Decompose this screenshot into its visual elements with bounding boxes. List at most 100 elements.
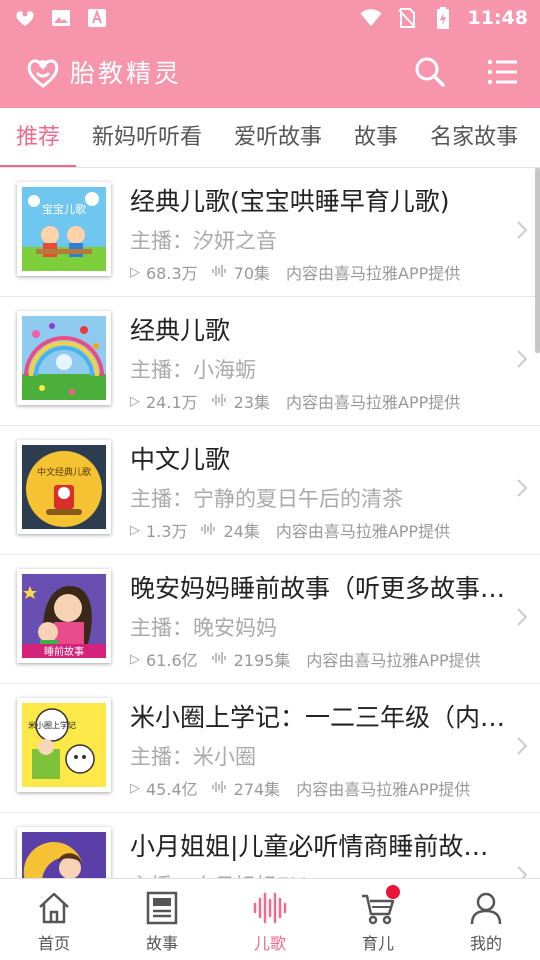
tab-recommended[interactable]: 推荐 [0, 108, 77, 167]
nav-stories[interactable]: 故事 [108, 879, 216, 960]
home-icon [36, 890, 72, 926]
episode-count-icon [201, 521, 216, 540]
chevron-right-icon [516, 220, 528, 240]
episode-count: 23集 [233, 393, 271, 412]
episode-count: 24集 [223, 522, 260, 541]
play-count-icon: ▷ [130, 522, 140, 538]
album-cover [17, 311, 111, 405]
episode-count: 2195集 [233, 651, 291, 670]
album-host: 主播：小月姐姐FM [130, 870, 510, 878]
album-cover: 米小圈上学记 [17, 698, 111, 792]
album-meta: ▷ 45.4亿 274集 内容由喜马拉雅APP提供 [130, 776, 530, 800]
nav-home[interactable]: 首页 [0, 879, 108, 960]
chevron-right-icon [516, 736, 528, 756]
album-meta: ▷ 24.1万 23集 内容由喜马拉雅APP提供 [130, 389, 530, 413]
play-count-icon: ▷ [130, 393, 140, 409]
newspaper-icon [144, 890, 180, 926]
app-logo-icon [14, 7, 36, 29]
list-item[interactable]: 米小圈上学记 米小圈上学记：一二三年级（内… 主播：米小圈 ▷ 45.4亿 27… [0, 684, 540, 813]
album-cover: 宝宝儿歌 [17, 182, 111, 276]
episode-count: 70集 [233, 264, 271, 283]
album-host: 主播：汐妍之音 [130, 229, 277, 253]
chevron-right-icon [516, 349, 528, 369]
nav-profile[interactable]: 我的 [432, 879, 540, 960]
nav-songs[interactable]: 儿歌 [216, 879, 324, 960]
album-host: 主播：米小圈 [130, 745, 256, 769]
episode-count: 274集 [233, 780, 281, 799]
play-count-icon: ▷ [130, 264, 140, 280]
album-cover: 中文经典儿歌 [17, 440, 111, 534]
list-item[interactable]: 经典儿歌 主播：小海蛎 ▷ 24.1万 23集 内容由喜马拉雅APP提供 [0, 297, 540, 426]
album-list: 宝宝儿歌 经典儿歌(宝宝哄睡早育儿歌) 主播：汐妍之音 ▷ 68.3万 70集 … [0, 168, 540, 878]
image-icon [50, 7, 72, 29]
list-item[interactable]: 中文经典儿歌 中文儿歌 主播：宁静的夏日午后的清茶 ▷ 1.3万 24集 内容由… [0, 426, 540, 555]
status-time: 11:48 [467, 7, 528, 29]
list-item[interactable]: 小月姐姐|儿童必听情商睡前故… 主播：小月姐姐FM [0, 813, 540, 878]
album-host: 主播：小海蛎 [130, 358, 256, 382]
album-title: 经典儿歌(宝宝哄睡早育儿歌) [130, 187, 450, 216]
category-tabs: 推荐 新妈听听看 爱听故事 故事 名家故事 [0, 108, 540, 168]
album-host: 主播：晚安妈妈 [130, 616, 277, 640]
list-item[interactable]: 宝宝儿歌 经典儿歌(宝宝哄睡早育儿歌) 主播：汐妍之音 ▷ 68.3万 70集 … [0, 168, 540, 297]
no-sim-icon [396, 7, 418, 29]
album-cover-text: 睡前故事 [44, 645, 84, 658]
status-bar: 11:48 [0, 0, 540, 36]
nav-label: 儿歌 [253, 934, 286, 953]
play-count: 68.3万 [146, 264, 198, 283]
chevron-right-icon [516, 607, 528, 627]
album-meta: ▷ 61.6亿 2195集 内容由喜马拉雅APP提供 [130, 647, 530, 671]
play-count-icon: ▷ [130, 780, 140, 796]
album-title: 经典儿歌 [130, 316, 231, 345]
tab-new-mom-listen[interactable]: 新妈听听看 [76, 108, 218, 167]
album-meta: ▷ 1.3万 24集 内容由喜马拉雅APP提供 [130, 518, 530, 542]
tab-stories[interactable]: 故事 [338, 108, 414, 167]
sound-wave-icon [252, 890, 288, 926]
album-host: 主播：宁静的夏日午后的清茶 [130, 487, 403, 511]
battery-charging-icon [432, 7, 454, 29]
wifi-icon [359, 7, 382, 29]
bottom-nav: 首页 故事 儿歌 育儿 我的 [0, 878, 540, 960]
content-provider: 内容由喜马拉雅APP提供 [286, 264, 461, 283]
play-count: 1.3万 [146, 522, 188, 541]
content-provider: 内容由喜马拉雅APP提供 [275, 522, 451, 541]
chevron-right-icon [516, 478, 528, 498]
episode-count-icon [211, 650, 226, 669]
album-cover-text: 中文经典儿歌 [37, 466, 91, 478]
album-cover: 睡前故事 [17, 569, 111, 663]
play-count: 61.6亿 [146, 651, 198, 670]
app-a-icon [86, 7, 108, 29]
list-scrollbar[interactable] [535, 168, 540, 353]
nav-label: 育儿 [361, 934, 394, 953]
nav-parenting[interactable]: 育儿 [324, 879, 432, 960]
content-provider: 内容由喜马拉雅APP提供 [306, 651, 481, 670]
search-icon[interactable] [412, 54, 448, 90]
menu-list-icon[interactable] [484, 54, 520, 90]
play-count: 24.1万 [146, 393, 198, 412]
chevron-right-icon [516, 865, 528, 878]
app-title: 胎教精灵 [70, 59, 183, 88]
app-bar: 胎教精灵 [0, 36, 540, 108]
episode-count-icon [211, 263, 226, 282]
nav-label: 故事 [145, 934, 178, 953]
album-cover-text: 宝宝儿歌 [42, 202, 86, 216]
album-title: 米小圈上学记：一二三年级（内… [130, 703, 506, 732]
play-count-icon: ▷ [130, 651, 140, 667]
album-cover [17, 827, 111, 878]
content-provider: 内容由喜马拉雅APP提供 [286, 393, 461, 412]
tab-famous-stories[interactable]: 名家故事 [414, 108, 534, 167]
list-item[interactable]: 睡前故事 晚安妈妈睡前故事（听更多故事… 主播：晚安妈妈 ▷ 61.6亿 219… [0, 555, 540, 684]
album-cover-text: 米小圈上学记 [28, 720, 76, 730]
album-title: 晚安妈妈睡前故事（听更多故事… [130, 574, 506, 603]
episode-count-icon [211, 392, 226, 411]
album-meta: ▷ 68.3万 70集 内容由喜马拉雅APP提供 [130, 260, 530, 284]
app-logo-icon [24, 53, 62, 91]
nav-label: 我的 [469, 934, 502, 953]
nav-label: 首页 [37, 934, 70, 953]
episode-count-icon [211, 779, 226, 798]
album-title: 中文儿歌 [130, 445, 231, 474]
tab-love-stories[interactable]: 爱听故事 [218, 108, 338, 167]
play-count: 45.4亿 [146, 780, 198, 799]
album-title: 小月姐姐|儿童必听情商睡前故… [130, 832, 489, 861]
notification-badge [386, 885, 400, 899]
profile-icon [468, 890, 504, 926]
